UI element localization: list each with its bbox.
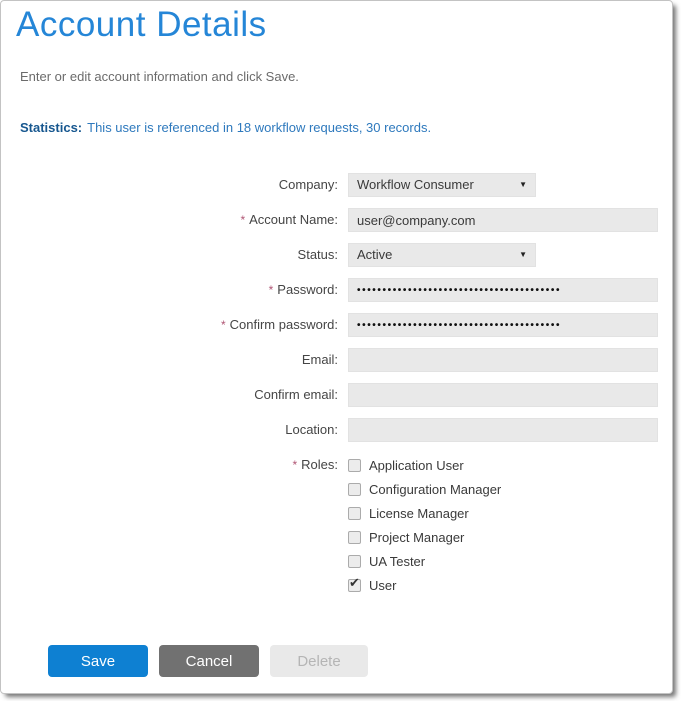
- statistics-text: This user is referenced in 18 workflow r…: [87, 120, 431, 135]
- form-row-company: *Company: Workflow Consumer ▼: [1, 173, 672, 197]
- checkbox-license-manager[interactable]: ✔: [348, 507, 361, 520]
- password-input[interactable]: [348, 278, 658, 302]
- status-label: Status:: [298, 247, 338, 262]
- role-item-configuration-manager: ✔ Configuration Manager: [348, 477, 501, 501]
- role-item-user: ✔ User: [348, 573, 501, 597]
- role-item-application-user: ✔ Application User: [348, 453, 501, 477]
- role-label: Project Manager: [369, 530, 464, 545]
- password-label: Password:: [277, 282, 338, 297]
- form-row-location: *Location:: [1, 418, 672, 442]
- cancel-button[interactable]: Cancel: [159, 645, 259, 677]
- roles-list: ✔ Application User ✔ Configuration Manag…: [348, 453, 501, 597]
- page-title: Account Details: [16, 5, 267, 45]
- save-button[interactable]: Save: [48, 645, 148, 677]
- account-details-card: Account Details Enter or edit account in…: [0, 0, 673, 694]
- account-name-input[interactable]: [348, 208, 658, 232]
- confirm-email-label: Confirm email:: [254, 387, 338, 402]
- status-select[interactable]: Active ▼: [348, 243, 536, 267]
- form-row-account-name: * Account Name:: [1, 208, 672, 232]
- company-select-value: Workflow Consumer: [357, 177, 474, 192]
- checkbox-configuration-manager[interactable]: ✔: [348, 483, 361, 496]
- statistics-line: Statistics: This user is referenced in 18…: [20, 120, 431, 135]
- email-label-cell: *Email:: [1, 348, 338, 372]
- role-label: Configuration Manager: [369, 482, 501, 497]
- chevron-down-icon: ▼: [519, 174, 527, 196]
- confirm-email-input[interactable]: [348, 383, 658, 407]
- role-label: Application User: [369, 458, 464, 473]
- account-name-label: Account Name:: [249, 212, 338, 227]
- role-label: UA Tester: [369, 554, 425, 569]
- form-row-confirm-password: * Confirm password:: [1, 313, 672, 337]
- account-name-label-cell: * Account Name:: [1, 208, 338, 232]
- password-label-cell: *Password:: [1, 278, 338, 302]
- confirm-email-label-cell: *Confirm email:: [1, 383, 338, 407]
- required-marker: *: [221, 318, 226, 332]
- form-row-roles: * Roles: ✔ Application User ✔ Configurati…: [1, 453, 672, 597]
- check-icon: ✔: [349, 575, 360, 591]
- form-row-email: *Email:: [1, 348, 672, 372]
- role-item-license-manager: ✔ License Manager: [348, 501, 501, 525]
- company-select[interactable]: Workflow Consumer ▼: [348, 173, 536, 197]
- company-label-cell: *Company:: [1, 173, 338, 197]
- chevron-down-icon: ▼: [519, 244, 527, 266]
- email-label: Email:: [302, 352, 338, 367]
- role-item-ua-tester: ✔ UA Tester: [348, 549, 501, 573]
- status-label-cell: *Status:: [1, 243, 338, 267]
- required-marker: *: [292, 458, 297, 472]
- location-input[interactable]: [348, 418, 658, 442]
- confirm-password-input[interactable]: [348, 313, 658, 337]
- email-input[interactable]: [348, 348, 658, 372]
- form-row-confirm-email: *Confirm email:: [1, 383, 672, 407]
- location-label-cell: *Location:: [1, 418, 338, 442]
- role-label: License Manager: [369, 506, 469, 521]
- form-row-password: *Password:: [1, 278, 672, 302]
- location-label: Location:: [285, 422, 338, 437]
- roles-label-cell: * Roles:: [1, 453, 338, 597]
- company-label: Company:: [279, 177, 338, 192]
- checkbox-application-user[interactable]: ✔: [348, 459, 361, 472]
- roles-label: Roles:: [301, 457, 338, 472]
- delete-button[interactable]: Delete: [270, 645, 368, 677]
- required-marker: *: [240, 213, 245, 227]
- account-form: *Company: Workflow Consumer ▼ *Account N…: [1, 173, 672, 597]
- role-label: User: [369, 578, 396, 593]
- form-row-status: *Status: Active ▼: [1, 243, 672, 267]
- confirm-password-label-cell: * Confirm password:: [1, 313, 338, 337]
- page-subtitle: Enter or edit account information and cl…: [20, 69, 299, 84]
- role-item-project-manager: ✔ Project Manager: [348, 525, 501, 549]
- checkbox-project-manager[interactable]: ✔: [348, 531, 361, 544]
- statistics-label: Statistics:: [20, 120, 82, 135]
- button-row: Save Cancel Delete: [48, 645, 368, 677]
- required-marker: *: [269, 283, 274, 297]
- status-select-value: Active: [357, 247, 392, 262]
- checkbox-user[interactable]: ✔: [348, 579, 361, 592]
- confirm-password-label: Confirm password:: [230, 317, 338, 332]
- checkbox-ua-tester[interactable]: ✔: [348, 555, 361, 568]
